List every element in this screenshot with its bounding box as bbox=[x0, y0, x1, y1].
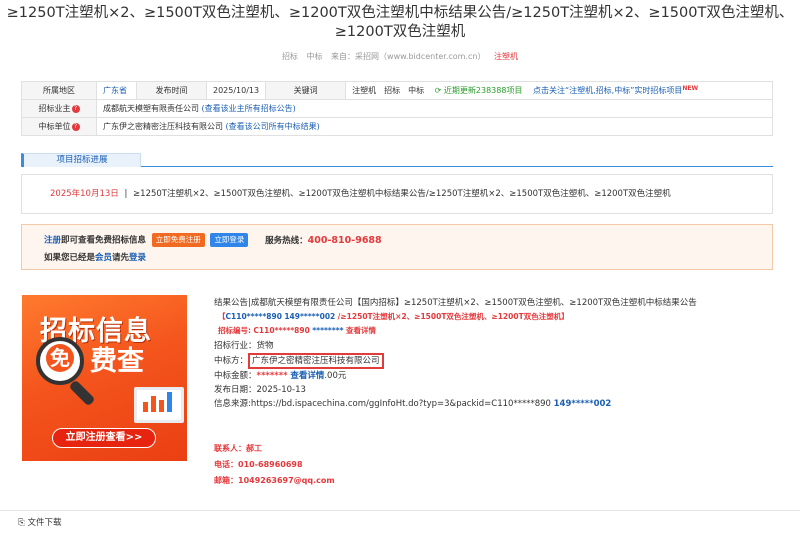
new-badge: NEW bbox=[682, 85, 699, 92]
publish-date-line: 发布日期：2025-10-13 bbox=[214, 385, 306, 396]
source-prefix: 信息来源:https://bd.ispacechina.com/ggInfoHt… bbox=[214, 399, 492, 410]
contact-person: 联系人：郝工 bbox=[214, 444, 262, 453]
industry-line: 招标行业：货物 bbox=[214, 340, 274, 351]
amount-mask: ******* bbox=[256, 370, 288, 381]
details-code: C110*****890 bbox=[225, 312, 282, 322]
details-line3: 招标编号: C110*****890 ******** 查看详情 bbox=[214, 324, 774, 338]
amount-label: 中标金额： bbox=[214, 370, 257, 381]
source-code: C110*****890 bbox=[491, 399, 551, 410]
amount-unit: .00元 bbox=[324, 370, 347, 381]
hotline: 服务热线：400-810-9688 bbox=[265, 234, 382, 246]
winner-line-label: 中标方： bbox=[214, 355, 249, 366]
owner-value: 成都航天模塑有限责任公司 bbox=[103, 104, 199, 113]
follow-link[interactable]: 点击关注“注塑机,招标,中标”实时招标项目 bbox=[533, 86, 682, 95]
keywords-cell: 注塑机 招标 中标 ⟳ 近期更新238388项目 点击关注“注塑机,招标,中标”… bbox=[345, 81, 773, 100]
help-icon[interactable]: ? bbox=[71, 122, 80, 131]
winner-value: 广东伊之密精密注压科技有限公司 bbox=[103, 122, 223, 131]
region-label: 所属地区 bbox=[21, 81, 97, 100]
contact-email: 邮箱：1049263697@qq.com bbox=[214, 476, 335, 485]
notice-line2-prefix: 如果您已经是 bbox=[44, 253, 96, 263]
source-mask: 149*****002 bbox=[553, 399, 612, 410]
publish-value: 2025/10/13 bbox=[205, 81, 267, 100]
file-download-label[interactable]: 文件下载 bbox=[28, 518, 62, 528]
winner-cell: 广东伊之密精密注压科技有限公司 (查看该公司所有中标结果) bbox=[96, 117, 773, 136]
refresh-icon: ⟳ bbox=[434, 86, 442, 95]
attachment-icon: ⎘ bbox=[18, 518, 25, 528]
login-button[interactable]: 立即登录 bbox=[210, 233, 249, 247]
banner-register-button[interactable]: 立即注册查看>> bbox=[52, 428, 156, 448]
file-download-section: ⎘ 文件下载 bbox=[0, 510, 800, 535]
meta-line: 招标 中标 来自：采招网（www.bidcenter.com.cn） 注塑机 bbox=[0, 51, 800, 62]
amount-line: 中标金额：******* 查看详情.00元 bbox=[214, 369, 774, 383]
magnifier-handle bbox=[68, 379, 96, 407]
contact-block: 联系人：郝工 电话：010-68960698 邮箱：1049263697@qq.… bbox=[214, 441, 335, 489]
owner-label-cell: 招标业主? bbox=[21, 99, 97, 118]
page-title: ≥1250T注塑机×2、≥1500T双色注塑机、≥1200T双色注塑机中标结果公… bbox=[6, 5, 794, 40]
details-mask: 149*****002 bbox=[284, 312, 336, 322]
owner-all-link[interactable]: (查看该业主所有招标公告) bbox=[202, 104, 296, 113]
owner-cell: 成都航天模塑有限责任公司 (查看该业主所有招标公告) bbox=[96, 99, 773, 118]
meta-tag-win[interactable]: 中标 bbox=[306, 52, 322, 61]
contact-phone: 电话：010-68960698 bbox=[214, 460, 303, 469]
publish-label: 发布时间 bbox=[136, 81, 207, 100]
meta-keyword[interactable]: 注塑机 bbox=[494, 52, 518, 61]
progress-separator: | bbox=[124, 189, 128, 199]
laptop-icon bbox=[134, 387, 184, 423]
info-table: 所属地区 广东省 发布时间 2025/10/13 关键词 注塑机 招标 中标 ⟳… bbox=[21, 81, 773, 136]
details-line2: 【C110*****890 149*****002 /≥1250T注塑机×2、≥… bbox=[218, 312, 569, 322]
free-register-button[interactable]: 立即免费注册 bbox=[151, 233, 205, 247]
hotline-label: 服务热线： bbox=[265, 235, 308, 246]
notice-line2-mid: 请先 bbox=[112, 253, 130, 263]
winner-highlight: 广东伊之密精密注压科技有限公司 bbox=[248, 352, 384, 369]
promo-banner[interactable]: 招标信息 免 费查 立即注册查看>> bbox=[22, 295, 187, 461]
register-link[interactable]: 注册 bbox=[44, 236, 61, 246]
view-details-link[interactable]: 查看详情 bbox=[346, 326, 376, 335]
keywords-value[interactable]: 注塑机 招标 中标 bbox=[352, 86, 424, 95]
notice-details: 结果公告|成都航天模塑有限责任公司【国内招标】≥1250T注塑机×2、≥1500… bbox=[214, 296, 774, 411]
progress-text[interactable]: ≥1250T注塑机×2、≥1500T双色注塑机、≥1200T双色注塑机中标结果公… bbox=[133, 189, 671, 199]
winner-all-link[interactable]: (查看该公司所有中标结果) bbox=[226, 122, 320, 131]
progress-item[interactable]: 2025年10月13日 | ≥1250T注塑机×2、≥1500T双色注塑机、≥1… bbox=[21, 174, 773, 214]
hotline-number: 400-810-9688 bbox=[307, 234, 382, 246]
bid-number-label: 招标编号: bbox=[218, 326, 251, 336]
bid-number-mask: ******** bbox=[312, 326, 344, 336]
help-icon[interactable]: ? bbox=[71, 104, 80, 113]
progress-tabbar: 项目招标进展 bbox=[21, 153, 773, 167]
winner-label: 中标单位 bbox=[38, 122, 71, 131]
details-title-tail: /≥1250T注塑机×2、≥1500T双色注塑机、≥1200T双色注塑机】 bbox=[337, 312, 569, 322]
recent-updates-link[interactable]: 近期更新238388项目 bbox=[444, 86, 523, 95]
amount-details-link[interactable]: 查看详情 bbox=[290, 371, 324, 381]
meta-source: 来自：采招网（www.bidcenter.com.cn） bbox=[331, 52, 486, 61]
progress-date: 2025年10月13日 bbox=[50, 189, 119, 199]
winner-line: 中标方： 广东伊之密精密注压科技有限公司 bbox=[214, 352, 774, 369]
member-link[interactable]: 会员 bbox=[95, 253, 112, 263]
source-line: 信息来源:https://bd.ispacechina.com/ggInfoHt… bbox=[214, 397, 774, 411]
login-link[interactable]: 登录 bbox=[129, 253, 146, 263]
bid-number-code: C110*****890 bbox=[253, 326, 310, 336]
notice-line1: 即可查看免费招标信息 bbox=[61, 235, 147, 246]
details-line1: 结果公告|成都航天模塑有限责任公司【国内招标】≥1250T注塑机×2、≥1500… bbox=[214, 298, 697, 308]
register-notice: 注册即可查看免费招标信息 立即免费注册 立即登录 服务热线：400-810-96… bbox=[21, 224, 773, 270]
tab-project-progress[interactable]: 项目招标进展 bbox=[21, 153, 141, 167]
banner-subtitle: 费查 bbox=[90, 346, 144, 377]
owner-label: 招标业主 bbox=[38, 104, 71, 113]
winner-label-cell: 中标单位? bbox=[21, 117, 97, 136]
meta-tag-bid[interactable]: 招标 bbox=[282, 52, 298, 61]
banner-mian: 免 bbox=[46, 344, 74, 372]
keywords-label: 关键词 bbox=[265, 81, 347, 100]
region-value[interactable]: 广东省 bbox=[96, 81, 137, 100]
